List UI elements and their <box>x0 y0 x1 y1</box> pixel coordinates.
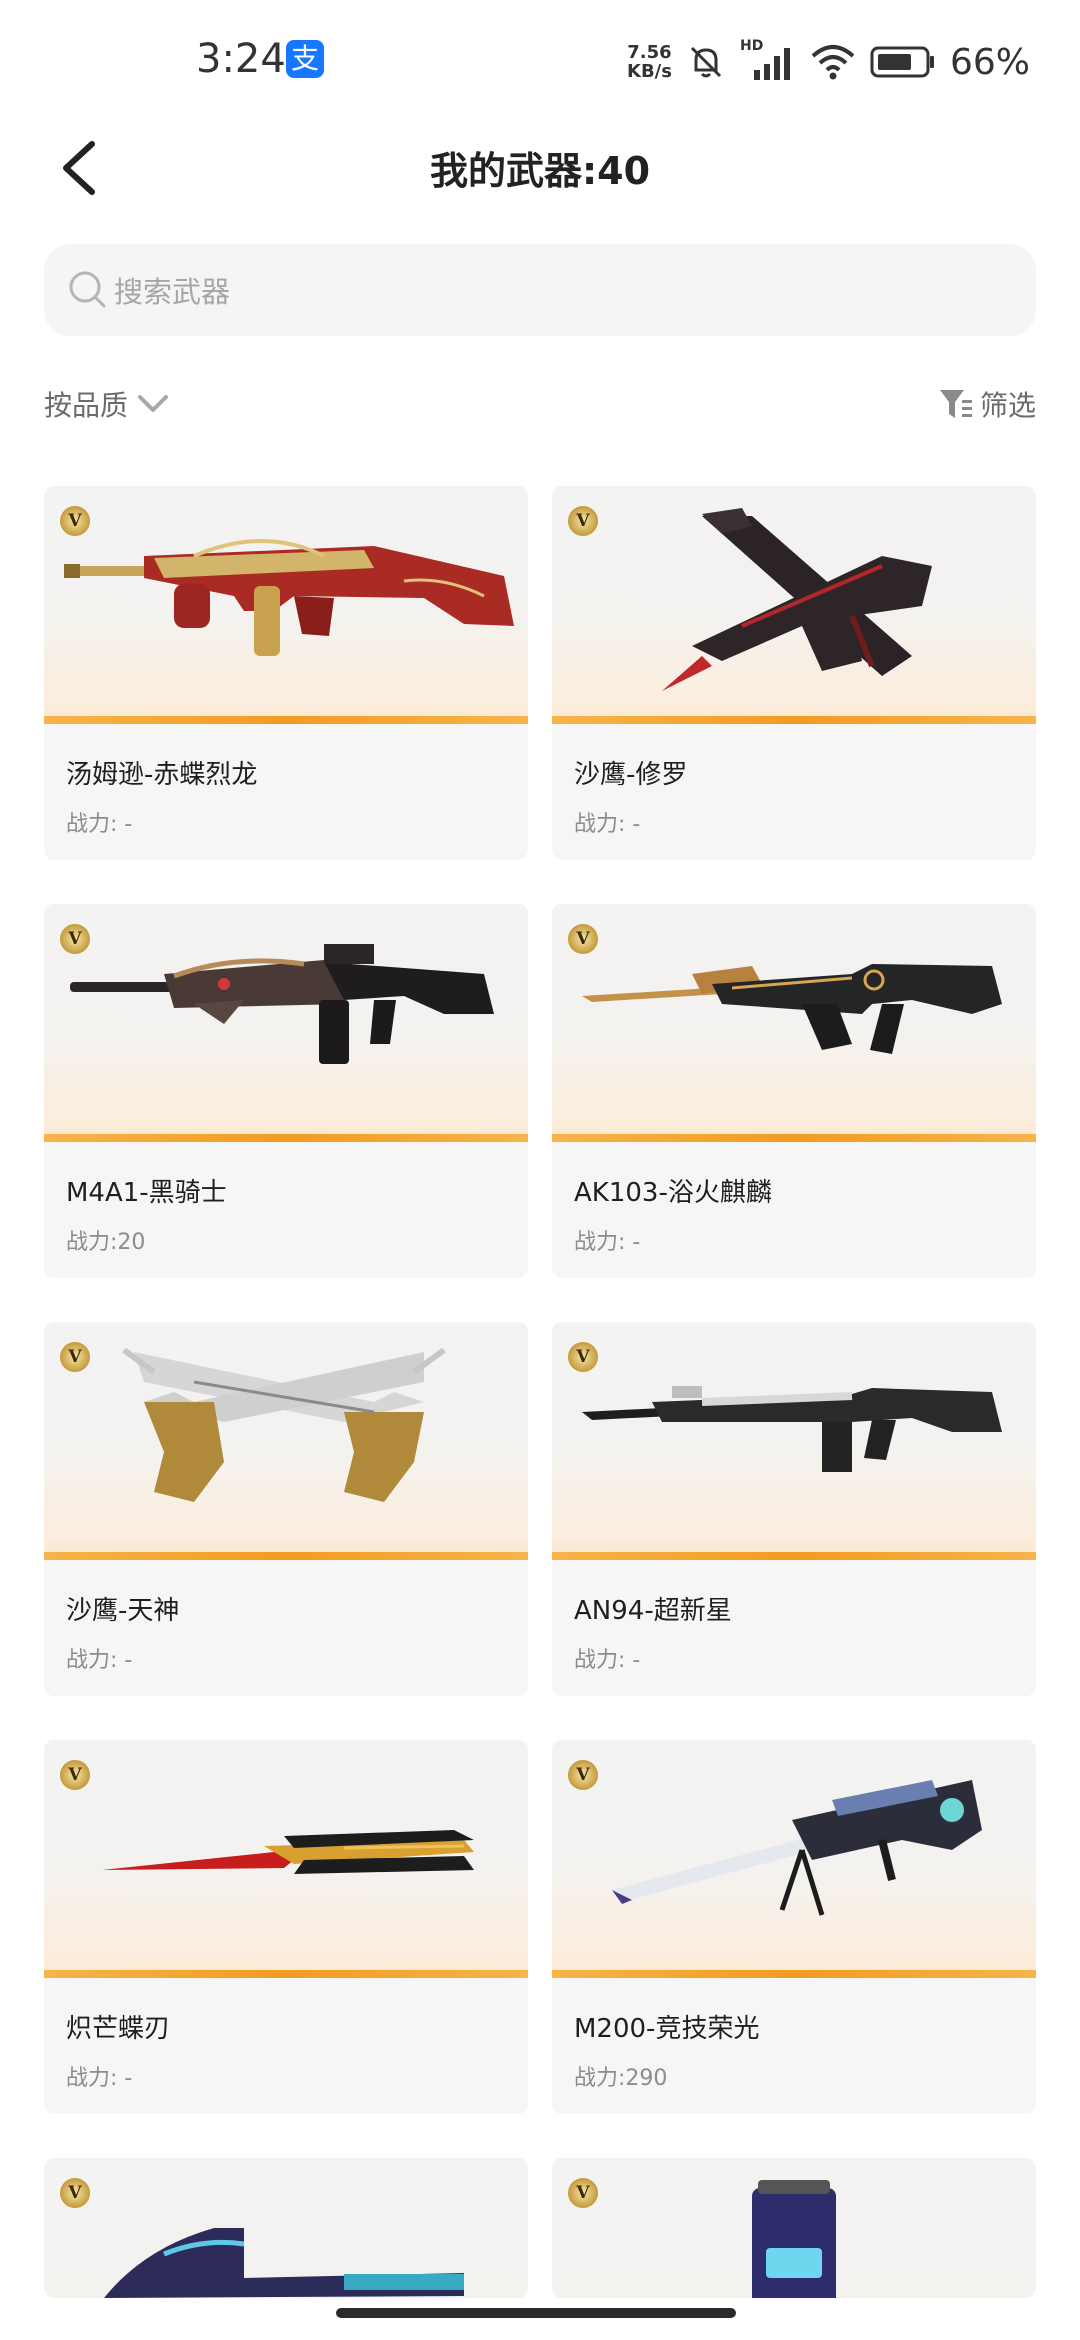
weapon-card[interactable]: V AN94-超新星 战力: - <box>552 1322 1036 1696</box>
battery-percent: 66% <box>949 41 1030 83</box>
weapon-image-butterfly-knife <box>102 1830 474 1874</box>
vip-badge-icon: V <box>568 1760 598 1790</box>
weapon-image-desert-eagle <box>662 508 932 691</box>
weapon-power: 战力:20 <box>66 1230 146 1255</box>
vip-badge-icon: V <box>568 506 598 536</box>
sort-by-quality-button[interactable]: 按品质 <box>44 382 170 426</box>
weapon-image: V <box>44 1322 528 1560</box>
weapon-card[interactable]: V <box>44 2158 528 2298</box>
vip-badge-icon: V <box>568 924 598 954</box>
weapon-name: 炽芒蝶刃 <box>66 2014 171 2044</box>
weapon-image: V <box>44 2158 528 2298</box>
chevron-down-icon <box>138 395 169 412</box>
weapon-card[interactable]: V 沙鹰-修罗 战力: - <box>552 486 1036 860</box>
page-title: 我的武器:40 <box>429 149 651 193</box>
weapon-power: 战力: - <box>66 1648 133 1673</box>
weapon-card[interactable]: V AK103-浴火麒麟 战力: - <box>552 904 1036 1278</box>
weapon-name: M4A1-黑骑士 <box>66 1178 227 1208</box>
network-speed-unit: KB/s <box>627 61 672 82</box>
alipay-icon: 支 <box>286 40 324 78</box>
vip-badge-icon: V <box>60 924 90 954</box>
home-indicator[interactable] <box>336 2308 736 2318</box>
filter-button[interactable]: 筛选 <box>938 382 1036 426</box>
battery-icon <box>870 46 934 78</box>
weapon-power: 战力: - <box>574 1648 641 1673</box>
weapon-card[interactable]: V 炽芒蝶刃 战力: - <box>44 1740 528 2114</box>
weapon-image: V <box>552 2158 1036 2298</box>
search-input[interactable]: 搜索武器 <box>44 244 1036 336</box>
weapon-image: V <box>44 904 528 1142</box>
filter-icon <box>939 390 972 418</box>
vip-badge-icon: V <box>568 1342 598 1372</box>
weapon-card[interactable]: V M200-竞技荣光 战力:290 <box>552 1740 1036 2114</box>
sort-label: 按品质 <box>44 389 129 422</box>
weapon-image-m200 <box>612 1780 982 1916</box>
weapon-name: 沙鹰-修罗 <box>574 760 688 790</box>
weapon-image-thompson <box>64 539 514 656</box>
filter-label: 筛选 <box>979 389 1036 422</box>
status-bar: 3:24 支 7.56 KB/s HD 66% <box>0 0 1080 120</box>
vip-badge-icon: V <box>60 2178 90 2208</box>
weapon-power: 战力:290 <box>574 2066 668 2091</box>
weapon-name: M200-竞技荣光 <box>574 2014 760 2044</box>
vip-badge-icon: V <box>60 1760 90 1790</box>
vip-badge-icon: V <box>568 2178 598 2208</box>
weapon-image-ak103 <box>582 964 1002 1054</box>
network-speed-value: 7.56 <box>627 42 672 63</box>
weapon-image-desert-eagle-gold <box>122 1347 446 1502</box>
weapon-power: 战力: - <box>574 1230 641 1255</box>
weapon-power: 战力: - <box>574 812 641 837</box>
mute-bell-icon <box>690 46 722 78</box>
weapon-image-m4a1 <box>70 944 494 1064</box>
weapon-grid: V 汤姆逊-赤蝶烈龙 战力: - V 沙鹰-修罗 战力: - V M4A1-黑骑… <box>44 486 1036 2298</box>
weapon-image: V <box>44 486 528 724</box>
weapon-power: 战力: - <box>66 812 133 837</box>
weapon-image: V <box>552 1740 1036 1978</box>
search-icon <box>69 271 106 308</box>
weapon-card[interactable]: V 汤姆逊-赤蝶烈龙 战力: - <box>44 486 528 860</box>
weapon-card[interactable]: V 沙鹰-天神 战力: - <box>44 1322 528 1696</box>
weapon-name: 汤姆逊-赤蝶烈龙 <box>66 760 258 790</box>
weapon-power: 战力: - <box>66 2066 133 2091</box>
search-placeholder: 搜索武器 <box>114 275 231 309</box>
weapon-card[interactable]: V <box>552 2158 1036 2298</box>
status-right: 7.56 KB/s HD 66% <box>627 38 1030 86</box>
weapon-card[interactable]: V M4A1-黑骑士 战力:20 <box>44 904 528 1278</box>
weapon-name: AK103-浴火麒麟 <box>574 1178 772 1208</box>
vip-badge-icon: V <box>60 506 90 536</box>
weapon-image-partial-left <box>104 2228 464 2298</box>
wifi-icon <box>811 45 855 80</box>
weapon-image-an94 <box>582 1386 1002 1472</box>
weapon-image: V <box>552 1322 1036 1560</box>
vip-badge-icon: V <box>60 1342 90 1372</box>
weapon-name: AN94-超新星 <box>574 1596 732 1626</box>
weapon-image: V <box>44 1740 528 1978</box>
weapon-image: V <box>552 486 1036 724</box>
status-time: 3:24 <box>196 36 286 82</box>
weapon-image-partial-right <box>752 2180 836 2298</box>
network-speed: 7.56 KB/s <box>627 43 672 81</box>
signal-icon: HD <box>740 38 796 82</box>
weapon-name: 沙鹰-天神 <box>66 1596 180 1626</box>
weapon-image: V <box>552 904 1036 1142</box>
